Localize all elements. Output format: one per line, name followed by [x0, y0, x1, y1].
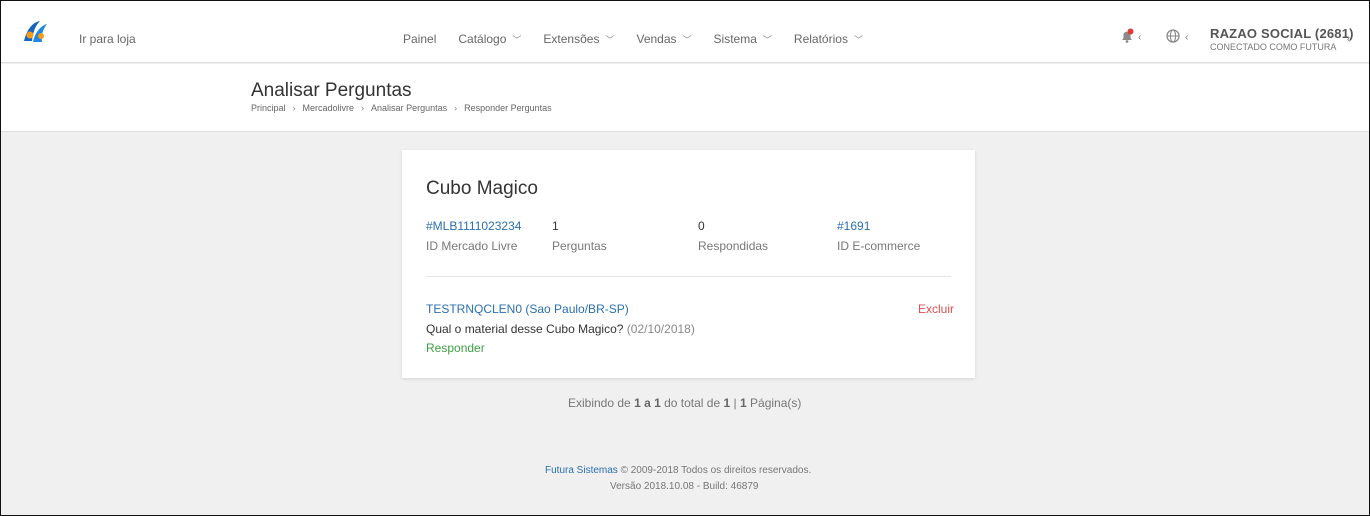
chevron-left-icon: ‹ [1138, 32, 1142, 43]
stat-mercado-livre-id: #MLB1111023234 ID Mercado Livre [426, 219, 521, 253]
paging-mid: do total de [664, 396, 721, 410]
question-text-row: Qual o material desse Cubo Magico? (02/1… [426, 322, 695, 336]
app-logo-icon[interactable] [21, 19, 49, 45]
stat-label: Respondidas [698, 239, 769, 253]
breadcrumb-separator-icon: › [292, 103, 296, 113]
chevron-left-icon[interactable]: ‹ [1347, 34, 1350, 45]
stat-value: 0 [698, 219, 705, 233]
paging-range: 1 a 1 [634, 396, 661, 410]
breadcrumb-mercadolivre[interactable]: Mercadolivre [303, 103, 355, 113]
stat-label: ID E-commerce [837, 239, 921, 253]
notification-bell-icon[interactable] [1119, 28, 1135, 44]
reply-button[interactable]: Responder [426, 341, 485, 355]
breadcrumb: Principal › Mercadolivre › Analisar Perg… [251, 103, 552, 113]
main-nav: Painel Catálogo ﹀ Extensões ﹀ Vendas ﹀ Sist… [403, 32, 885, 46]
stat-questions: 1 Perguntas [552, 219, 607, 253]
go-to-store-link[interactable]: Ir para loja [79, 32, 136, 46]
breadcrumb-separator-icon: › [454, 103, 458, 113]
breadcrumb-principal[interactable]: Principal [251, 103, 286, 113]
nav-label: Painel [403, 32, 437, 46]
paging-total: 1 [723, 396, 731, 410]
chevron-down-icon: ﹀ [682, 34, 692, 45]
breadcrumb-responder-perguntas[interactable]: Responder Perguntas [464, 103, 552, 113]
chevron-left-icon: ‹ [1185, 32, 1189, 43]
product-title: Cubo Magico [426, 178, 538, 199]
pagination-summary: Exibindo de 1 a 1 do total de 1 | 1 Pági… [568, 396, 801, 410]
nav-label: Vendas [636, 32, 677, 46]
nav-sistema[interactable]: Sistema ﹀ [714, 32, 772, 46]
page-title: Analisar Perguntas [251, 80, 412, 101]
question-text: Qual o material desse Cubo Magico? [426, 322, 624, 336]
globe-icon[interactable] [1165, 28, 1185, 44]
mercado-livre-id-link[interactable]: #MLB1111023234 [426, 219, 521, 233]
breadcrumb-analisar-perguntas[interactable]: Analisar Perguntas [371, 103, 447, 113]
nav-label: Sistema [713, 32, 757, 46]
nav-relatorios[interactable]: Relatórios ﹀ [794, 32, 863, 46]
paging-pages: 1 [740, 396, 747, 410]
divider [426, 276, 951, 277]
chevron-down-icon: ﹀ [605, 34, 615, 45]
logged-as-label: CONECTADO COMO FUTURA [1210, 42, 1337, 52]
paging-prefix: Exibindo de [568, 396, 631, 410]
footer-version: Versão 2018.10.08 - Build: 46879 [610, 481, 759, 492]
paging-suffix: Página(s) [750, 396, 802, 410]
stat-answered: 0 Respondidas [698, 219, 768, 253]
stat-ecommerce-id: #1691 ID E-commerce [837, 219, 920, 253]
question-date: (02/10/2018) [626, 322, 695, 336]
nav-catalogo[interactable]: Catálogo ﹀ [458, 32, 521, 46]
nav-label: Catálogo [458, 32, 507, 46]
chevron-down-icon: ﹀ [853, 34, 863, 45]
ecommerce-id-link[interactable]: #1691 [837, 219, 920, 233]
chevron-down-icon: ﹀ [762, 34, 772, 45]
product-question-card: Cubo Magico #MLB1111023234 ID Mercado Li… [402, 150, 975, 378]
paging-separator: | [733, 396, 737, 410]
page-header: Analisar Perguntas Principal › Mercadoli… [1, 64, 1369, 132]
top-navbar: Ir para loja Painel Catálogo ﹀ Extensões ﹀… [1, 1, 1369, 63]
delete-question-button[interactable]: Excluir [918, 302, 954, 316]
stat-value: 1 [552, 219, 559, 233]
footer-company-link[interactable]: Futura Sistemas [545, 465, 618, 476]
nav-label: Relatórios [793, 32, 848, 46]
nav-painel[interactable]: Painel [403, 32, 436, 46]
company-name[interactable]: RAZAO SOCIAL (2681) [1210, 26, 1354, 41]
asker-link[interactable]: TESTRNQCLEN0 (Sao Paulo/BR-SP) [426, 302, 629, 316]
breadcrumb-separator-icon: › [361, 103, 365, 113]
nav-vendas[interactable]: Vendas ﹀ [636, 32, 691, 46]
nav-label: Extensões [543, 32, 600, 46]
stat-label: ID Mercado Livre [426, 239, 518, 253]
footer-copyright: Futura Sistemas © 2009-2018 Todos os dir… [545, 465, 811, 476]
footer-copyright-text: © 2009-2018 Todos os direitos reservados… [620, 465, 812, 476]
chevron-down-icon: ﹀ [512, 34, 522, 45]
nav-extensoes[interactable]: Extensões ﹀ [543, 32, 614, 46]
stat-label: Perguntas [552, 239, 607, 253]
